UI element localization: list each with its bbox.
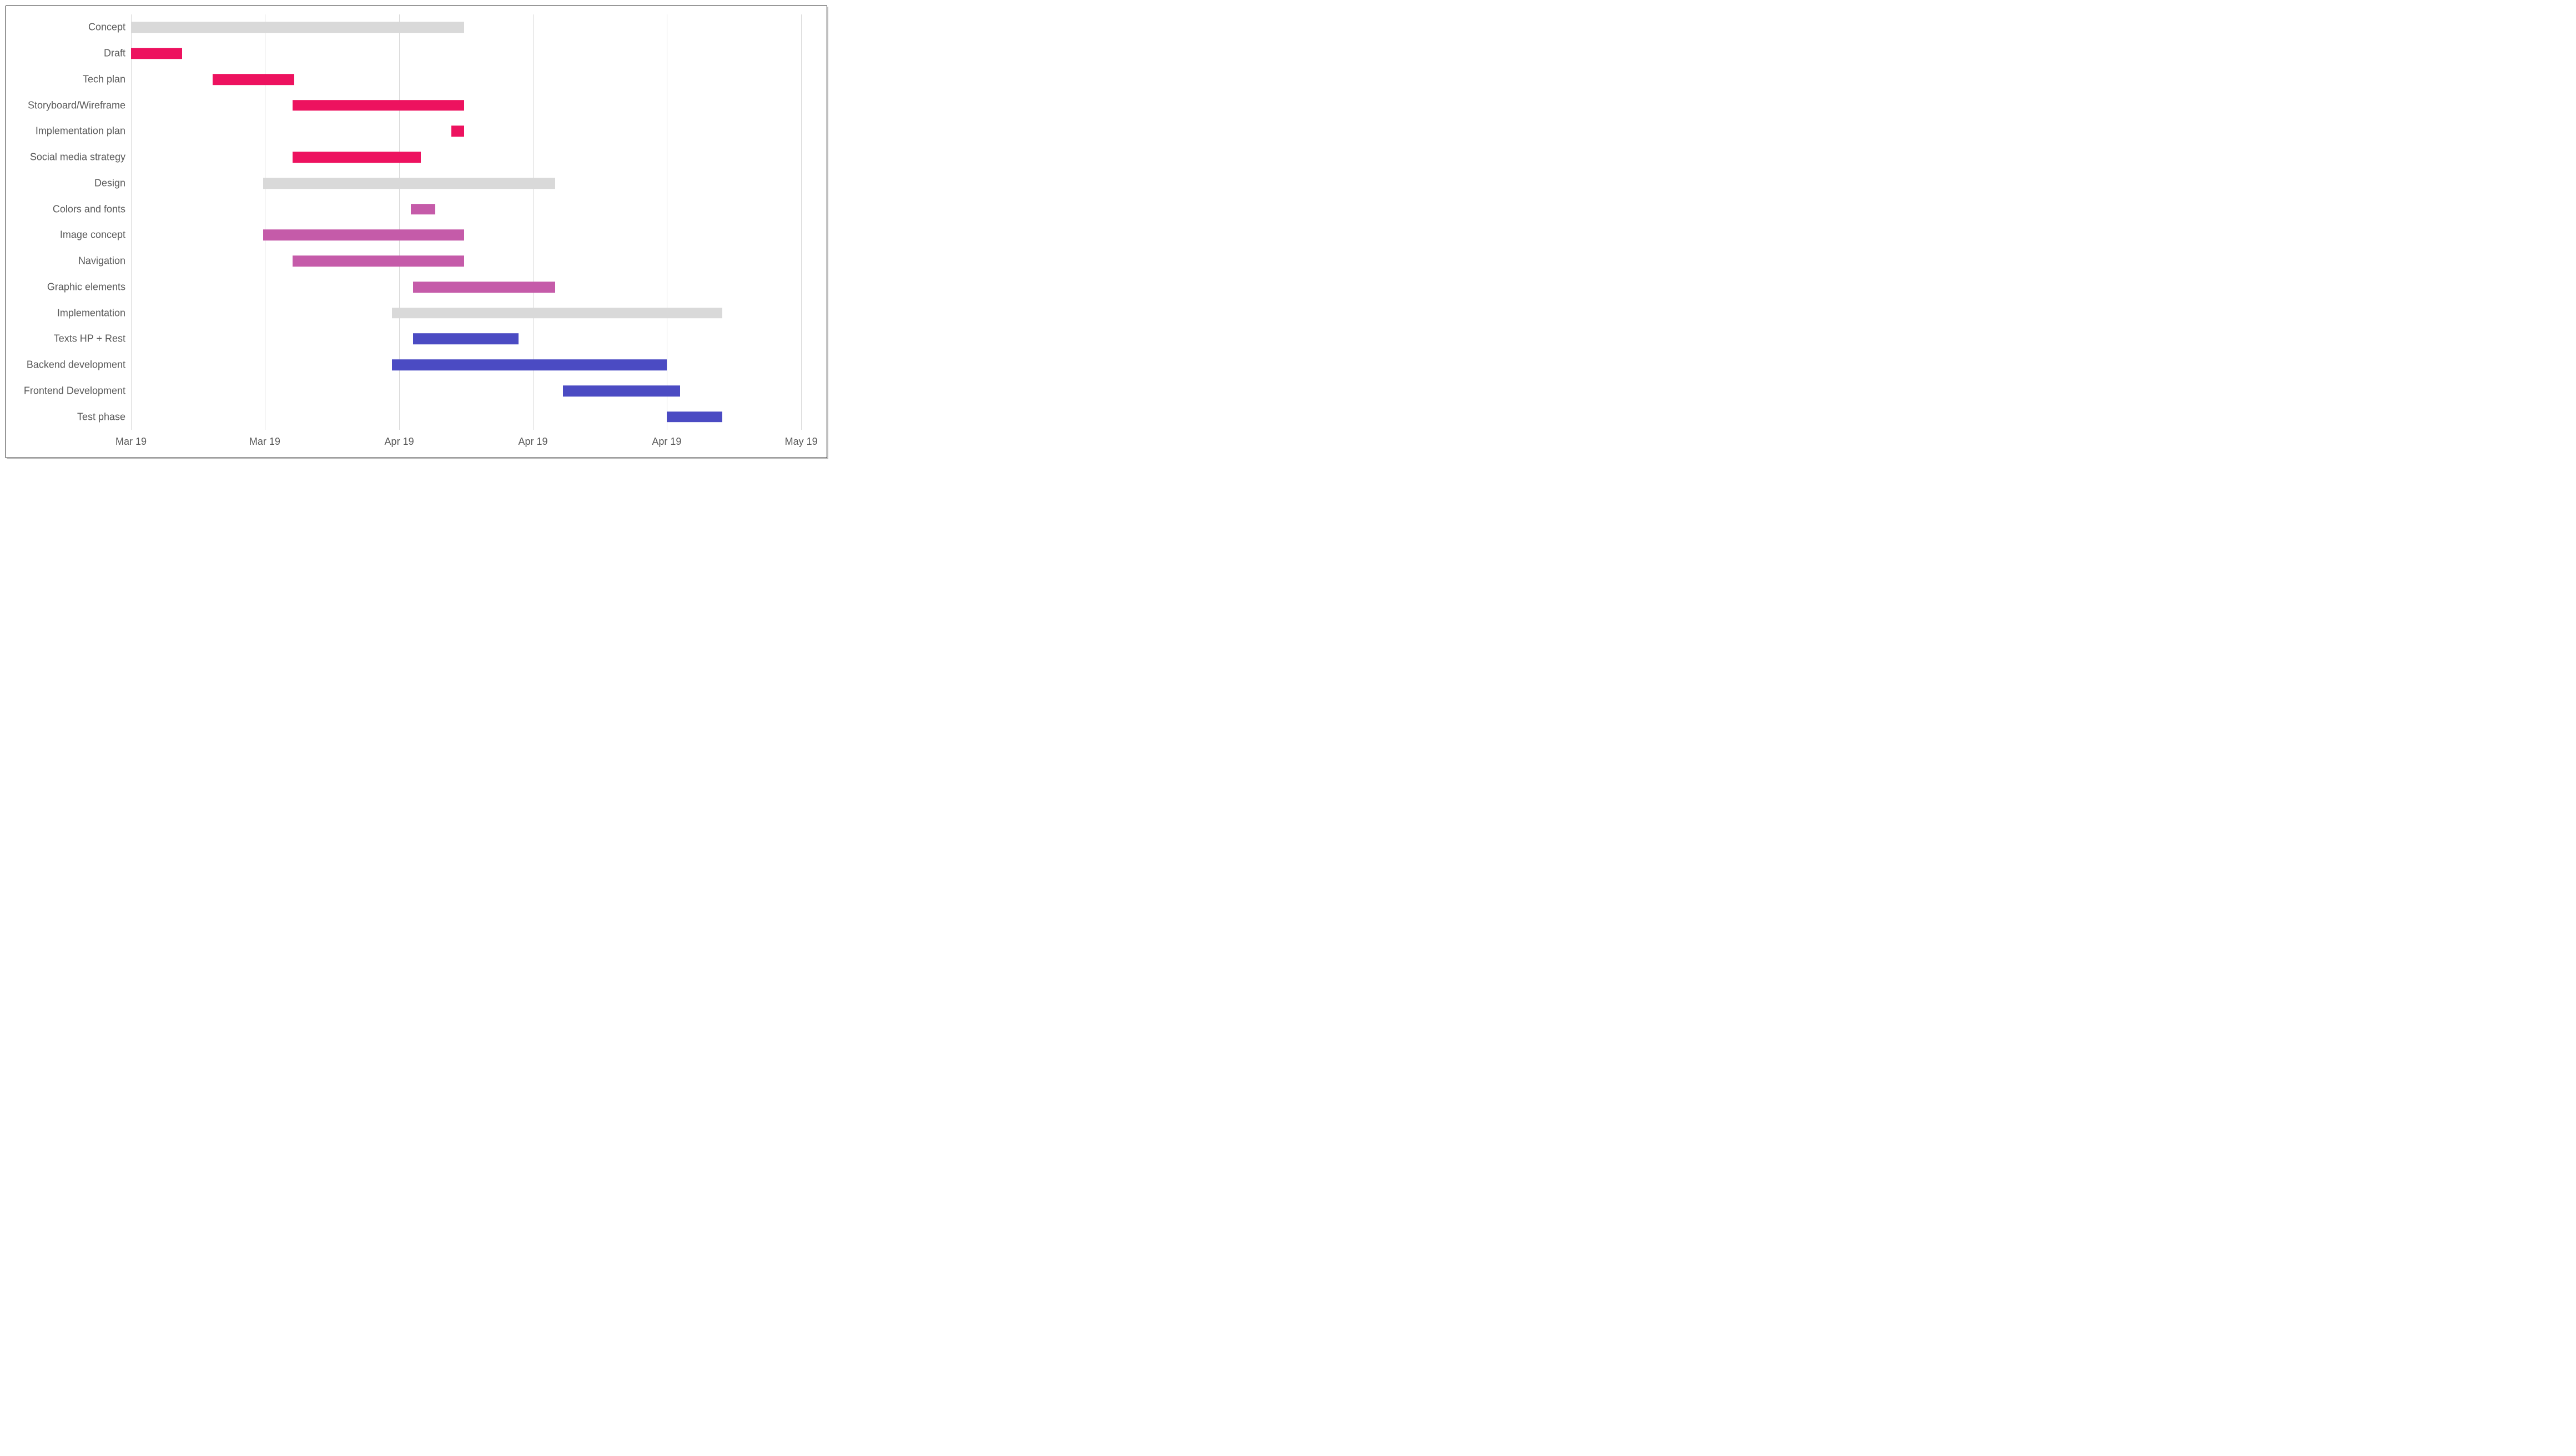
x-axis: Mar 19Mar 19Apr 19Apr 19Apr 19May 19 bbox=[131, 430, 810, 458]
gantt-row: Frontend Development bbox=[131, 378, 810, 404]
gantt-bar bbox=[392, 308, 723, 319]
gantt-row: Concept bbox=[131, 14, 810, 41]
row-label: Concept bbox=[88, 22, 125, 33]
row-label: Texts HP + Rest bbox=[54, 333, 125, 345]
x-axis-tick: May 19 bbox=[785, 436, 818, 448]
row-label: Implementation plan bbox=[36, 125, 125, 137]
gantt-row: Social media strategy bbox=[131, 144, 810, 170]
gantt-chart: ConceptDraftTech planStoryboard/Wirefram… bbox=[6, 6, 827, 458]
gantt-row: Implementation plan bbox=[131, 118, 810, 144]
gantt-bar bbox=[293, 152, 421, 163]
gantt-bar bbox=[263, 230, 464, 241]
gantt-bar bbox=[563, 385, 681, 396]
gantt-row: Texts HP + Rest bbox=[131, 326, 810, 352]
x-axis-tick: Mar 19 bbox=[115, 436, 147, 448]
x-axis-tick: Apr 19 bbox=[385, 436, 414, 448]
row-label: Implementation bbox=[57, 307, 125, 319]
row-label: Navigation bbox=[78, 255, 125, 267]
gantt-row: Graphic elements bbox=[131, 274, 810, 300]
gantt-bar bbox=[131, 22, 464, 33]
row-label: Frontend Development bbox=[24, 385, 125, 396]
gantt-bar bbox=[293, 100, 464, 111]
row-label: Tech plan bbox=[83, 73, 125, 85]
gantt-bar bbox=[293, 255, 464, 267]
gantt-bar bbox=[413, 282, 556, 293]
row-label: Graphic elements bbox=[47, 281, 125, 293]
gantt-row: Navigation bbox=[131, 248, 810, 274]
gantt-bar bbox=[451, 126, 464, 137]
plot-area: ConceptDraftTech planStoryboard/Wirefram… bbox=[131, 14, 810, 430]
row-label: Social media strategy bbox=[30, 152, 125, 163]
gantt-row: Test phase bbox=[131, 404, 810, 430]
gantt-bar bbox=[392, 359, 667, 370]
gantt-bar bbox=[667, 411, 722, 423]
row-label: Image concept bbox=[60, 229, 125, 241]
gantt-row: Image concept bbox=[131, 222, 810, 248]
gantt-row: Implementation bbox=[131, 300, 810, 326]
gantt-row: Backend development bbox=[131, 352, 810, 378]
gantt-bar bbox=[263, 178, 555, 189]
row-label: Storyboard/Wireframe bbox=[28, 99, 125, 111]
x-axis-tick: Apr 19 bbox=[518, 436, 547, 448]
gantt-bar bbox=[413, 334, 519, 345]
gantt-bar bbox=[411, 204, 435, 215]
row-label: Design bbox=[94, 177, 125, 189]
gantt-bar bbox=[213, 74, 294, 85]
row-label: Test phase bbox=[77, 411, 125, 423]
x-axis-tick: Mar 19 bbox=[249, 436, 280, 448]
gantt-row: Draft bbox=[131, 41, 810, 67]
x-axis-tick: Apr 19 bbox=[652, 436, 681, 448]
gantt-row: Design bbox=[131, 170, 810, 197]
gantt-row: Storyboard/Wireframe bbox=[131, 92, 810, 118]
row-label: Backend development bbox=[27, 359, 125, 371]
row-label: Colors and fonts bbox=[53, 203, 125, 215]
gantt-row: Tech plan bbox=[131, 67, 810, 93]
row-label: Draft bbox=[104, 48, 125, 59]
gantt-bar bbox=[131, 48, 182, 59]
gantt-row: Colors and fonts bbox=[131, 196, 810, 222]
